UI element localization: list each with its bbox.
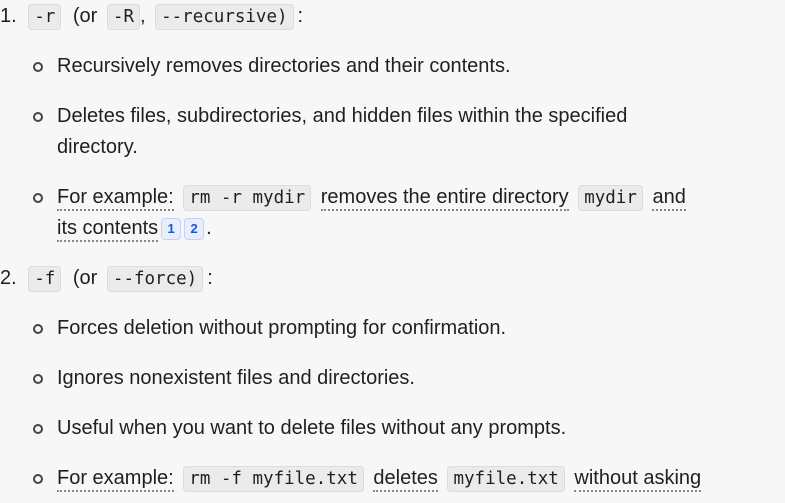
flag-short: -r xyxy=(28,4,62,30)
flag-long: --force) xyxy=(106,266,204,292)
bullet-text-continued: directory. xyxy=(57,136,138,158)
example-command: rm -r mydir xyxy=(183,185,312,211)
list-item-1-heading: 1. -r (or -R, --recursive): xyxy=(0,4,304,30)
paren-or: (or xyxy=(72,5,98,27)
example-desc: removes the entire directory xyxy=(320,186,569,211)
example-line-2: its contents 1 2. xyxy=(57,216,212,242)
citation-badge[interactable]: 1 xyxy=(161,217,182,240)
bullet-icon xyxy=(33,193,43,203)
example-prefix: For example: xyxy=(57,186,174,211)
bullet-icon xyxy=(33,324,43,334)
bullet-text: Ignores nonexistent files and directorie… xyxy=(57,367,415,389)
bullet-icon xyxy=(33,374,43,384)
bullet-icon xyxy=(33,474,43,484)
bullet-icon xyxy=(33,112,43,122)
example-desc: deletes xyxy=(373,467,438,492)
colon: : xyxy=(207,267,213,289)
flag-alt: -R xyxy=(106,4,140,30)
citation-badge[interactable]: 2 xyxy=(184,217,205,240)
bullet-text: Recursively removes directories and thei… xyxy=(57,55,511,77)
flag-long: --recursive) xyxy=(155,4,294,30)
example-command: rm -f myfile.txt xyxy=(183,466,364,492)
example-line: For example: rm -r mydir removes the ent… xyxy=(57,185,686,211)
example-end: without asking xyxy=(574,467,702,492)
example-filename: myfile.txt xyxy=(447,466,565,492)
list-number: 1. xyxy=(0,5,17,27)
list-item-2-heading: 2. -f (or --force): xyxy=(0,266,213,292)
comma: , xyxy=(139,5,146,27)
paren-or: (or xyxy=(72,267,98,289)
example-and: and xyxy=(652,186,686,211)
flag-short: -f xyxy=(28,266,62,292)
bullet-text: Useful when you want to delete files wit… xyxy=(57,417,567,439)
bullet-icon xyxy=(33,424,43,434)
example-continued: its contents xyxy=(57,217,159,242)
bullet-icon xyxy=(33,62,43,72)
period: . xyxy=(206,217,212,239)
bullet-text: Deletes files, subdirectories, and hidde… xyxy=(57,105,628,127)
list-number: 2. xyxy=(0,267,17,289)
example-prefix: For example: xyxy=(57,467,174,492)
example-line: For example: rm -f myfile.txt deletes my… xyxy=(57,466,702,492)
example-dirname: mydir xyxy=(578,185,643,211)
bullet-text: Forces deletion without prompting for co… xyxy=(57,317,507,339)
colon: : xyxy=(297,5,304,27)
